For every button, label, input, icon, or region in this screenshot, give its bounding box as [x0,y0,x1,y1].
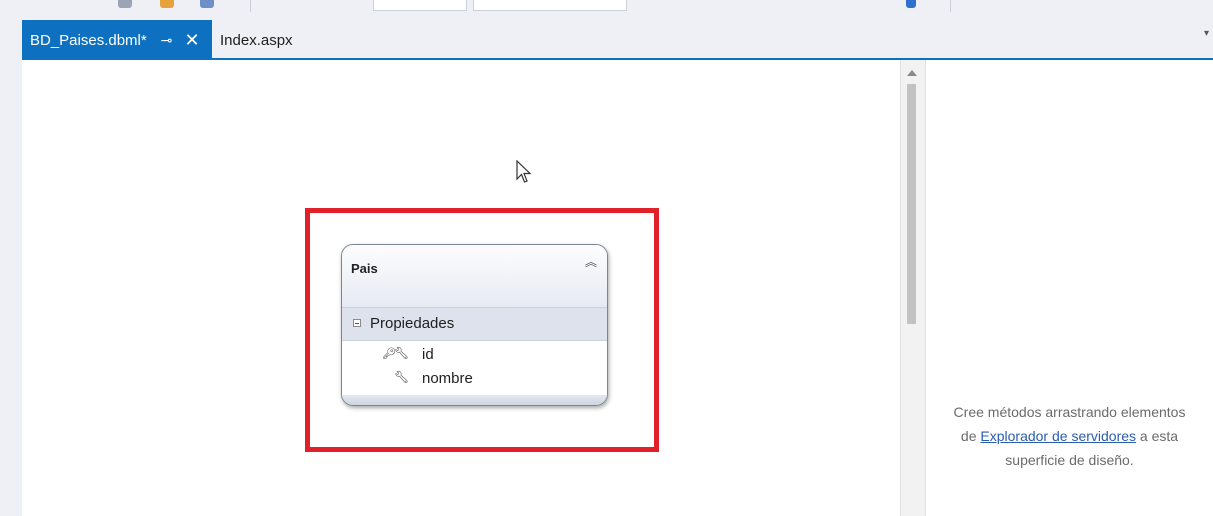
property-name: nombre [422,370,473,387]
properties-list: 🔑︎ 🔧︎ id 🔧︎ nombre [342,341,607,397]
property-row-nombre[interactable]: 🔧︎ nombre [342,367,607,391]
close-icon[interactable]: ✕ [184,30,199,51]
tab-label: BD_Paises.dbml* [30,31,147,49]
section-properties[interactable]: Propiedades [342,307,607,341]
property-row-id[interactable]: 🔑︎ 🔧︎ id [342,343,607,367]
tab-index-aspx[interactable]: Index.aspx [220,20,293,60]
tab-bd-paises[interactable]: BD_Paises.dbml* ⊸ ✕ [22,20,212,60]
server-explorer-link[interactable]: Explorador de servidores [980,428,1136,444]
mouse-cursor-icon [516,160,532,183]
toolbar-icon[interactable] [118,0,132,8]
entity-card-pais[interactable]: Pais ︽ Propiedades 🔑︎ 🔧︎ id 🔧︎ nombre [341,244,608,406]
pin-icon[interactable]: ⊸ [161,32,173,49]
hint-line-1: Cree métodos arrastrando elementos [953,404,1186,420]
scroll-up-icon[interactable] [907,70,917,76]
hint-line-2: de Explorador de servidores a esta [926,424,1213,448]
toolbar [0,0,1213,15]
toolbar-icon[interactable] [160,0,174,8]
toolbar-separator [250,0,251,12]
toolbar-separator [950,0,951,12]
toolbar-icon[interactable] [906,0,916,8]
chevron-down-icon[interactable]: ▾ [1204,28,1209,39]
tab-label: Index.aspx [220,31,293,49]
scroll-thumb[interactable] [907,84,916,324]
minus-toggle-icon[interactable] [353,319,361,327]
section-label: Propiedades [370,315,455,332]
toolbar-dropdown[interactable] [373,0,467,11]
hint-line-3: superficie de diseño. [1005,452,1134,468]
entity-footer [342,395,607,405]
toolbar-icon[interactable] [200,0,214,8]
collapse-icon[interactable]: ︽ [585,253,597,270]
methods-hint: Cree métodos arrastrando elementos de Ex… [926,400,1213,472]
entity-header[interactable]: Pais ︽ [342,245,607,307]
entity-title: Pais [351,261,378,276]
property-name: id [422,346,434,363]
left-gutter [0,60,22,516]
toolbar-dropdown[interactable] [473,0,627,11]
vertical-scrollbar[interactable] [900,60,926,516]
methods-pane[interactable]: Cree métodos arrastrando elementos de Ex… [926,60,1213,516]
wrench-icon: 🔧︎ [394,346,410,360]
hint-after: a esta [1139,428,1179,444]
wrench-icon: 🔧︎ [394,370,410,384]
hint-de: de [960,428,977,444]
